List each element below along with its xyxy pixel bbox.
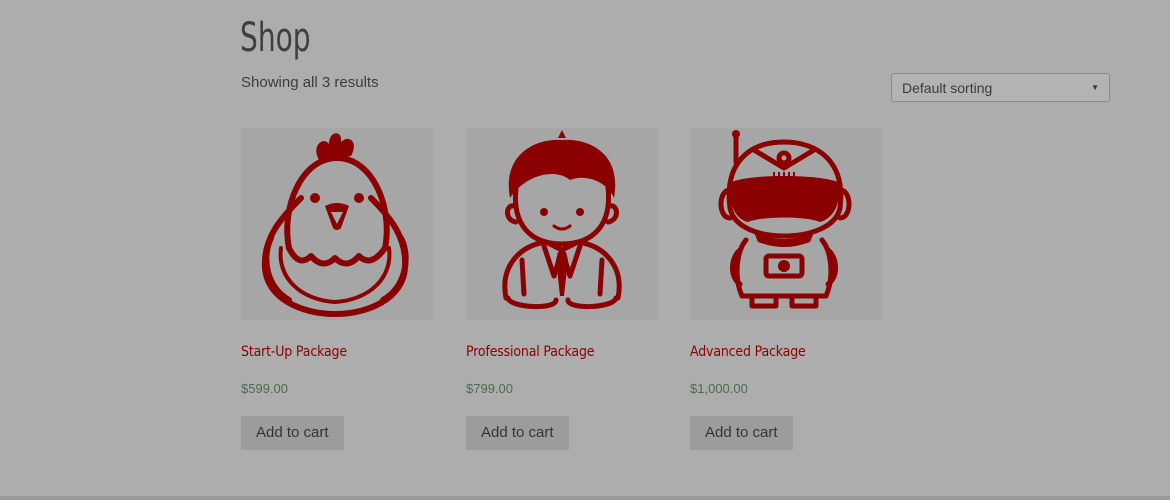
product-price: $599.00 (241, 381, 288, 396)
product-image-startup[interactable] (241, 128, 433, 320)
add-to-cart-button[interactable]: Add to cart (241, 416, 344, 450)
sorting-select[interactable]: Default sorting ▼ (891, 73, 1110, 102)
product-title[interactable]: Start-Up Package (241, 344, 414, 360)
add-to-cart-button[interactable]: Add to cart (690, 416, 793, 450)
astronaut-icon (718, 130, 852, 309)
product-price: $1,000.00 (690, 381, 748, 396)
sorting-selected-label: Default sorting (902, 79, 993, 96)
product-image-advanced[interactable] (690, 128, 882, 320)
page-title: Shop (240, 15, 311, 61)
chicken-icon (261, 133, 409, 317)
product-title[interactable]: Professional Package (466, 344, 639, 360)
product-card-advanced: Advanced Package $1,000.00 Add to cart (690, 128, 882, 450)
product-image-professional[interactable] (466, 128, 658, 320)
add-to-cart-button[interactable]: Add to cart (466, 416, 569, 450)
product-card-professional: Professional Package $799.00 Add to cart (466, 128, 658, 450)
product-title[interactable]: Advanced Package (690, 344, 863, 360)
businessman-icon (502, 130, 622, 310)
result-count: Showing all 3 results (241, 74, 379, 91)
triangle-down-icon: ▼ (1091, 83, 1099, 92)
bottom-divider (0, 496, 1170, 500)
product-card-startup: Start-Up Package $599.00 Add to cart (241, 128, 433, 450)
product-price: $799.00 (466, 381, 513, 396)
